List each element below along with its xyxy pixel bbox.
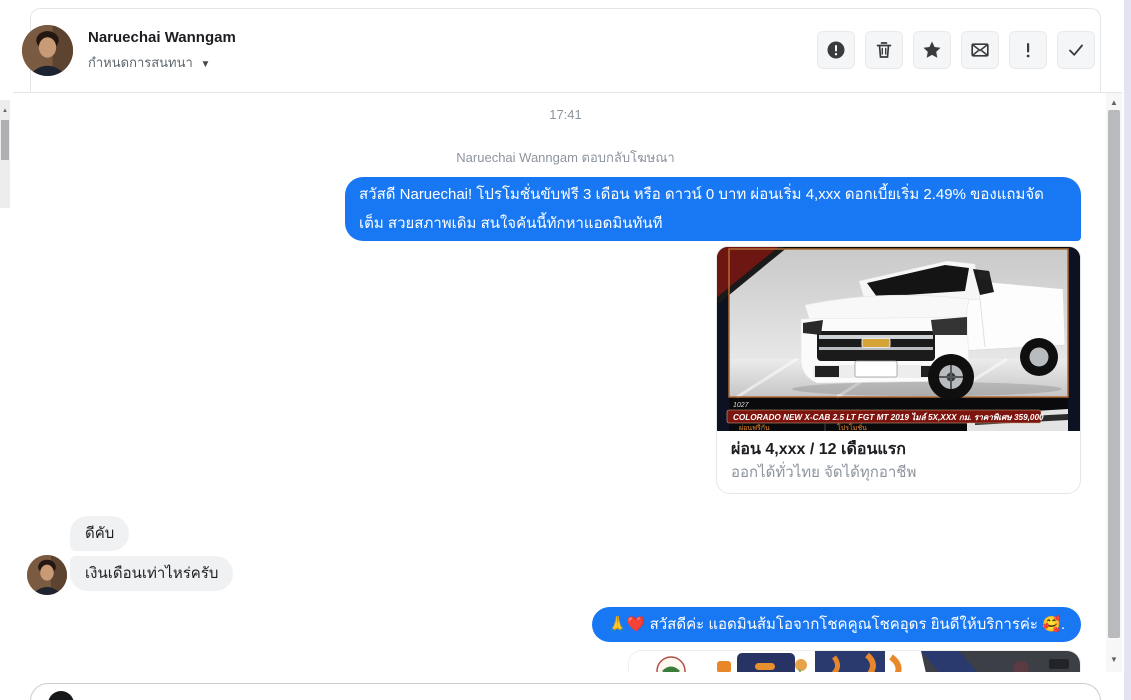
ad-reply-context-note: Naruechai Wanngam ตอบกลับโฆษณา [456,150,675,165]
exclamation-circle-icon [827,41,845,59]
conversation-header: Naruechai Wanngam กำหนดการสนทนา ▼ [0,0,1131,92]
chevron-down-icon: ▼ [200,59,211,70]
attachment-title: ผ่อน 4,xxx / 12 เดือนแรก [731,441,906,458]
avatar-photo [27,555,67,595]
attachment-subtitle: ออกได้ทั่วไทย จัดได้ทุกอาชีพ [731,464,917,481]
messenger-inbox-window: Naruechai Wanngam กำหนดการสนทนา ▼ 17:41 … [0,0,1131,700]
timestamp: 17:41 [549,107,582,122]
conversation-schedule-label: กำหนดการสนทนา [88,55,193,70]
avatar-photo [22,25,73,76]
partial-attachment-image [629,651,1080,672]
check-icon [1069,44,1083,56]
contact-name: Naruechai Wanngam [88,29,236,46]
incoming-message-bubble: ดีคับ [70,516,130,551]
chat-scrollbar-thumb[interactable] [1108,110,1120,638]
left-scrollbar: ▲ [0,100,10,208]
avatar[interactable] [22,25,73,76]
car-ad-tag-right: โปรโมชั่น [837,423,867,431]
left-scrollbar-thumb[interactable] [1,120,9,160]
mark-spam-button[interactable] [1009,31,1047,69]
follow-up-button[interactable] [913,31,951,69]
conversation-schedule-dropdown[interactable]: กำหนดการสนทนา ▼ [88,52,210,73]
outgoing-image-attachment-partial[interactable] [628,650,1081,672]
outgoing-message-bubble: 🙏❤️ สวัสดีค่ะ แอดมินส้มโอจากโชคคูณโชคอุด… [592,607,1081,642]
mark-unread-button[interactable] [961,31,999,69]
envelope-icon [971,43,989,57]
car-ad-stock-number: 1027 [733,402,750,409]
report-button[interactable] [817,31,855,69]
scroll-up-arrow[interactable]: ▲ [0,108,10,114]
star-icon [923,41,941,58]
conversation-toolbar [817,31,1095,69]
exclamation-icon [1026,43,1030,58]
attachment-caption: ผ่อน 4,xxx / 12 เดือนแรก ออกได้ทั่วไทย จ… [717,431,1080,493]
incoming-message-bubble: เงินเดือนเท่าไหร่ครับ [70,556,234,591]
car-ad-attachment-card[interactable]: 1027 COLORADO NEW X-CAB 2.5 LT FGT MT 20… [716,246,1081,494]
chat-scrollbar: ▲ ▼ [1106,93,1122,672]
mark-done-button[interactable] [1057,31,1095,69]
trash-icon [876,42,892,58]
outgoing-message-bubble: สวัสดี Naruechai! โปรโมชั่นขับฟรี 3 เดือ… [345,177,1081,241]
message-compose-box[interactable] [30,683,1101,700]
avatar[interactable] [27,555,67,595]
emoji-icon[interactable] [48,691,74,700]
scroll-down-arrow[interactable]: ▼ [1106,655,1122,664]
delete-button[interactable] [865,31,903,69]
window-edge-scrollbar[interactable] [1124,0,1131,700]
car-ad-spec-line: COLORADO NEW X-CAB 2.5 LT FGT MT 2019 ไม… [733,412,1044,422]
scroll-up-arrow[interactable]: ▲ [1106,98,1122,107]
message-thread: 17:41 Naruechai Wanngam ตอบกลับโฆษณา สวั… [0,93,1131,672]
car-ad-image: 1027 COLORADO NEW X-CAB 2.5 LT FGT MT 20… [717,247,1080,431]
car-ad-tag-left: ผ่อนฟรีกัน [739,424,770,431]
